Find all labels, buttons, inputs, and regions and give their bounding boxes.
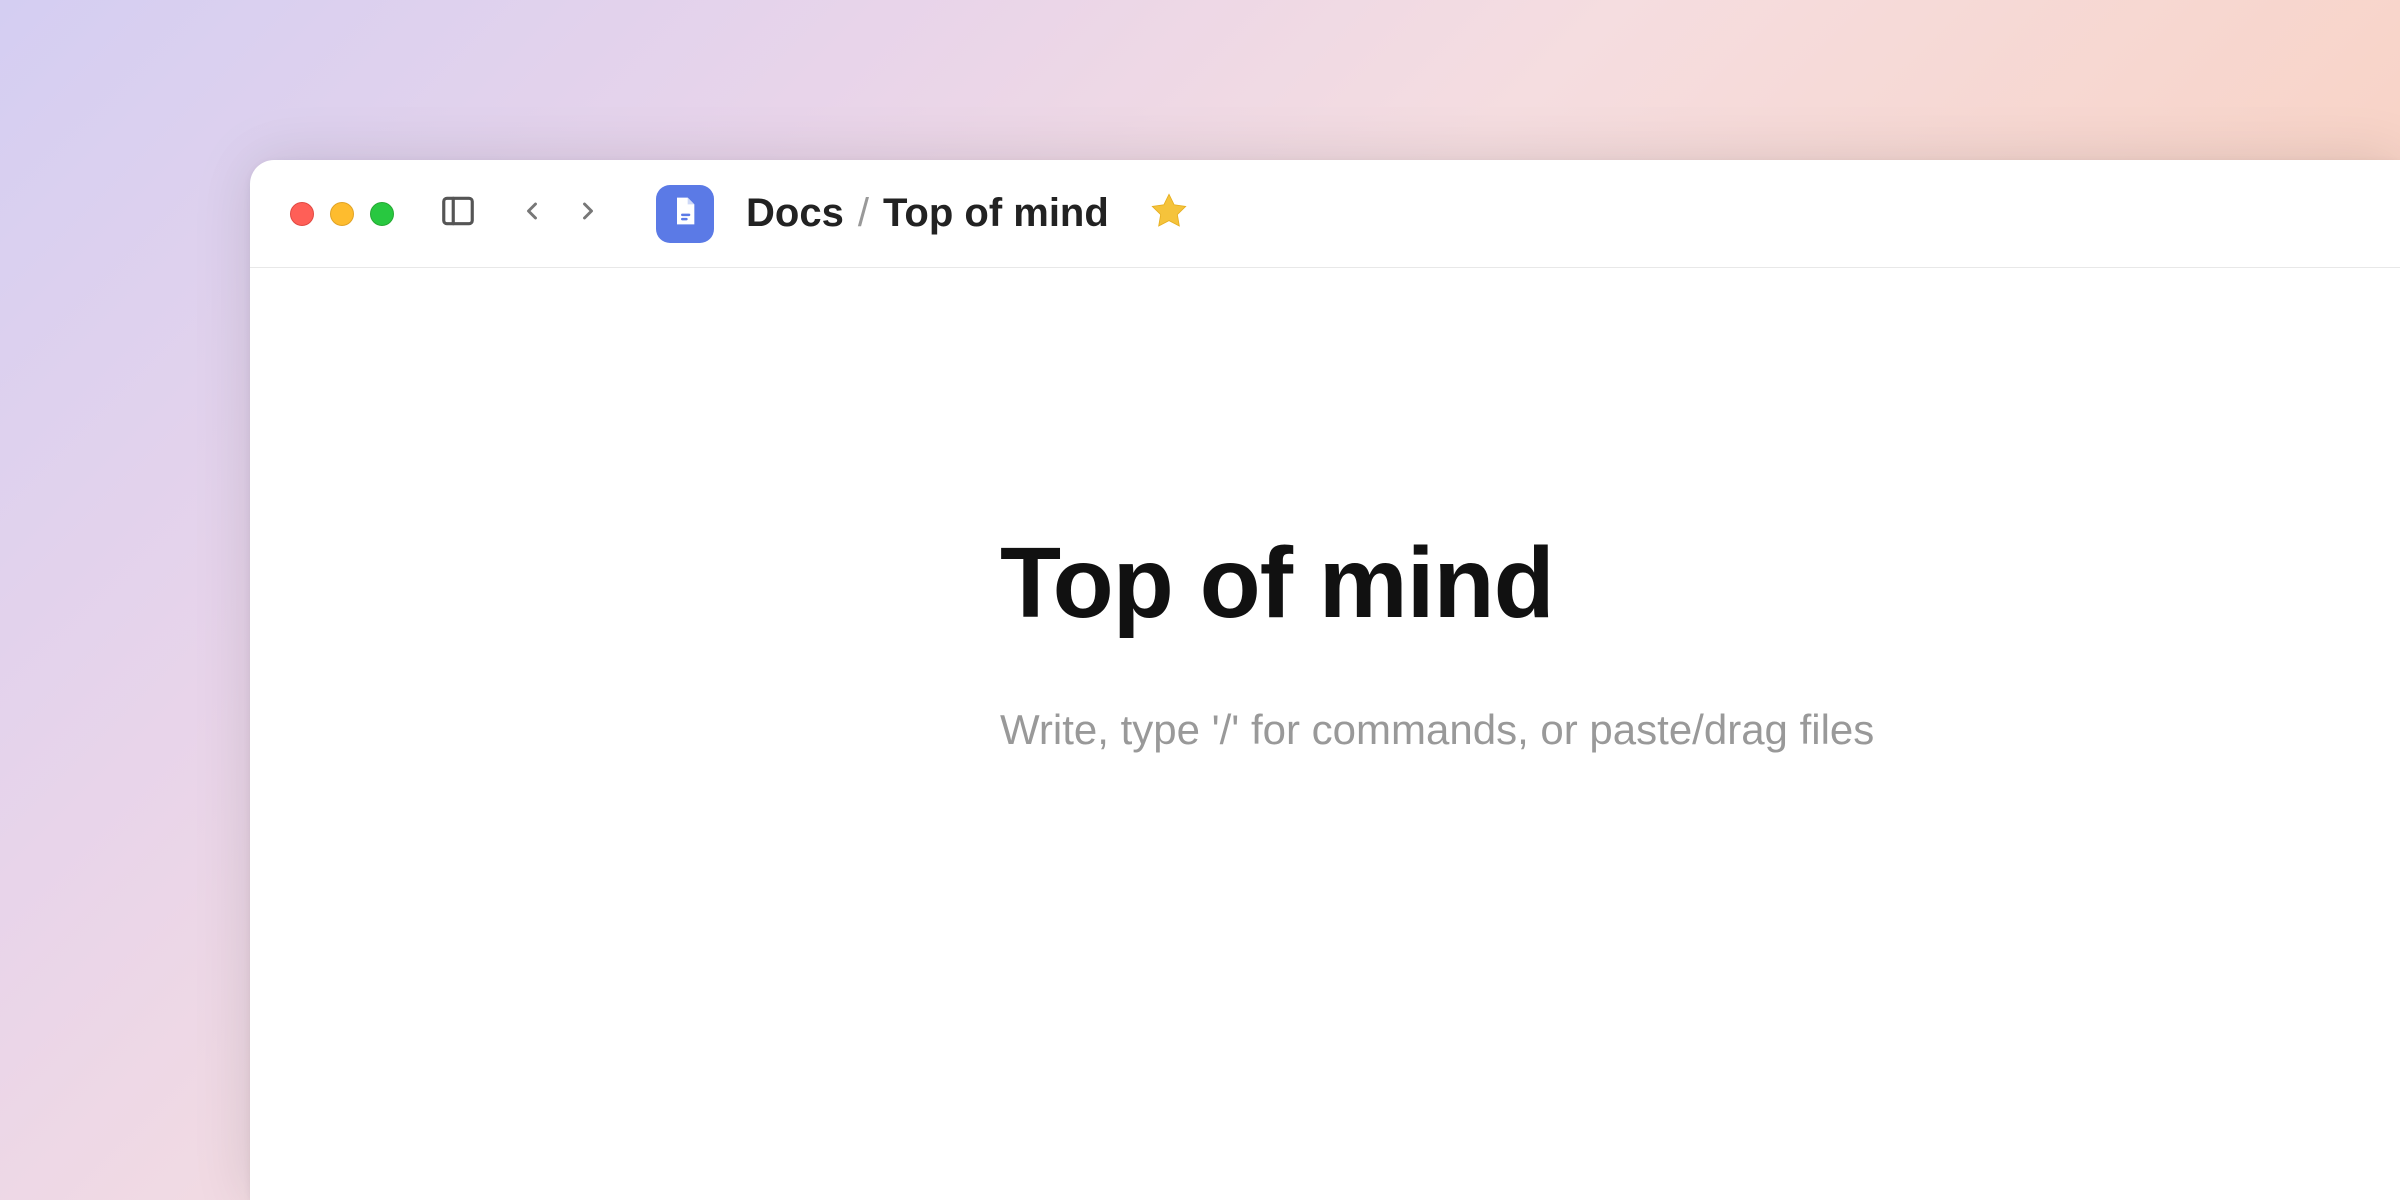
nav-back-button[interactable] — [506, 188, 558, 240]
document-body-placeholder[interactable]: Write, type '/' for commands, or paste/d… — [1000, 706, 2400, 754]
close-window-button[interactable] — [290, 202, 314, 226]
nav-arrows — [506, 188, 614, 240]
maximize-window-button[interactable] — [370, 202, 394, 226]
titlebar: Docs / Top of mind — [250, 160, 2400, 268]
sidebar-toggle-button[interactable] — [436, 192, 480, 236]
window-controls — [290, 202, 394, 226]
document-icon — [669, 195, 701, 232]
breadcrumb-parent[interactable]: Docs — [746, 191, 844, 236]
breadcrumb-current[interactable]: Top of mind — [883, 191, 1109, 236]
chevron-right-icon — [574, 197, 602, 230]
app-window: Docs / Top of mind Top of mind Write, ty… — [250, 160, 2400, 1200]
favorite-button[interactable] — [1145, 190, 1193, 238]
app-icon[interactable] — [656, 185, 714, 243]
document-title[interactable]: Top of mind — [1000, 528, 2400, 638]
document-content: Top of mind Write, type '/' for commands… — [250, 268, 2400, 754]
star-icon — [1149, 191, 1189, 236]
breadcrumb-separator: / — [858, 191, 869, 236]
breadcrumb: Docs / Top of mind — [746, 191, 1109, 236]
sidebar-icon — [439, 192, 477, 235]
chevron-left-icon — [518, 197, 546, 230]
minimize-window-button[interactable] — [330, 202, 354, 226]
nav-forward-button[interactable] — [562, 188, 614, 240]
